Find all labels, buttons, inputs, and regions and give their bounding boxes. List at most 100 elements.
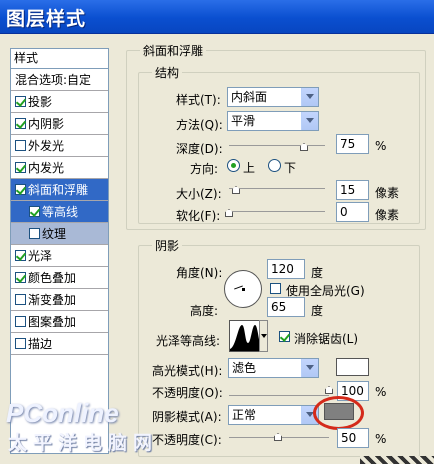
technique-select[interactable]: 平滑: [227, 111, 319, 131]
soften-label: 软化(F):: [176, 209, 221, 223]
contour-checkbox[interactable]: [29, 206, 40, 217]
direction-down-radio[interactable]: [268, 159, 281, 172]
altitude-unit: 度: [311, 304, 324, 318]
drop-shadow-checkbox[interactable]: [15, 96, 26, 107]
gloss-contour-label: 光泽等高线:: [156, 334, 221, 348]
size-slider[interactable]: [229, 188, 325, 189]
shadow-opacity-unit: %: [375, 432, 387, 446]
bevel-emboss-checkbox[interactable]: [15, 184, 26, 195]
shadow-mode-label: 阴影模式(A):: [152, 410, 222, 424]
contour-curve-icon: [230, 325, 260, 351]
watermark-subtitle: 太平洋电脑网: [8, 433, 159, 454]
soften-input[interactable]: 0: [336, 202, 369, 222]
watermark: PConline 太平洋电脑网: [6, 398, 152, 454]
size-label: 大小(Z):: [176, 187, 222, 201]
sidebar-item-label: 投影: [28, 95, 53, 109]
shadow-mode-value: 正常: [232, 408, 257, 422]
style-label: 样式(T):: [176, 93, 221, 107]
sidebar-item-pattern-overlay[interactable]: 图案叠加: [11, 311, 108, 333]
structure-title: 结构: [152, 64, 183, 81]
stroke-checkbox[interactable]: [15, 338, 26, 349]
size-unit: 像素: [375, 186, 400, 200]
pattern-overlay-checkbox[interactable]: [15, 316, 26, 327]
style-value: 内斜面: [231, 90, 268, 104]
highlight-opacity-slider[interactable]: [229, 395, 329, 396]
sidebar-item-satin[interactable]: 光泽: [11, 245, 108, 267]
shading-title: 阴影: [152, 237, 183, 254]
sidebar-item-color-overlay[interactable]: 颜色叠加: [11, 267, 108, 289]
depth-slider[interactable]: [229, 145, 325, 146]
sidebar-item-label: 颜色叠加: [28, 271, 77, 285]
watermark-logo: PConline: [6, 398, 119, 428]
depth-label: 深度(D):: [176, 142, 223, 156]
sidebar-item-label: 混合选项:自定: [15, 73, 92, 87]
sidebar-item-outer-glow[interactable]: 外发光: [11, 135, 108, 157]
direction-up-radio[interactable]: [227, 159, 240, 172]
sidebar-item-label: 纹理: [42, 227, 67, 241]
sidebar-item-blending-options[interactable]: 混合选项:自定: [11, 69, 108, 91]
sidebar-item-label: 图案叠加: [28, 315, 77, 329]
angle-input[interactable]: 120: [267, 259, 305, 279]
inner-glow-checkbox[interactable]: [15, 162, 26, 173]
outer-glow-checkbox[interactable]: [15, 140, 26, 151]
sidebar-item-label: 外发光: [28, 139, 65, 153]
sidebar-item-texture[interactable]: 纹理: [11, 223, 108, 245]
highlight-circle: [313, 396, 364, 430]
highlight-opacity-label: 不透明度(O):: [152, 386, 223, 400]
technique-label: 方法(Q):: [176, 118, 223, 132]
gloss-contour-preview[interactable]: [229, 320, 261, 352]
technique-value: 平滑: [231, 114, 256, 128]
styles-header[interactable]: 样式: [11, 49, 108, 69]
soften-slider[interactable]: [229, 211, 325, 212]
texture-checkbox[interactable]: [29, 228, 40, 239]
sidebar-item-label: 描边: [28, 337, 53, 351]
window-title: 图层样式: [6, 8, 87, 30]
sidebar-item-label: 光泽: [28, 249, 53, 263]
chevron-down-icon: [301, 112, 318, 130]
sidebar-item-stroke[interactable]: 描边: [11, 333, 108, 355]
highlight-opacity-unit: %: [375, 385, 387, 399]
title-bar: 图层样式: [0, 0, 434, 34]
size-input[interactable]: 15: [336, 180, 369, 200]
antialias-checkbox[interactable]: [279, 331, 290, 342]
sidebar-item-contour[interactable]: 等高线: [11, 201, 108, 223]
sidebar-item-gradient-overlay[interactable]: 渐变叠加: [11, 289, 108, 311]
depth-input[interactable]: 75: [336, 134, 369, 154]
angle-dial-icon[interactable]: [224, 270, 262, 308]
highlight-mode-value: 滤色: [232, 361, 257, 375]
sidebar-item-label: 等高线: [42, 205, 79, 219]
sidebar-item-bevel-emboss[interactable]: 斜面和浮雕: [11, 179, 108, 201]
altitude-input[interactable]: 65: [267, 297, 305, 317]
inner-shadow-checkbox[interactable]: [15, 118, 26, 129]
styles-list: 样式 混合选项:自定 投影 内阴影 外发光 内发光 斜面和浮雕 等高线 纹理 光…: [10, 48, 109, 454]
color-overlay-checkbox[interactable]: [15, 272, 26, 283]
global-light-checkbox[interactable]: [270, 283, 281, 294]
bevel-emboss-title: 斜面和浮雕: [140, 42, 207, 59]
shadow-mode-select[interactable]: 正常: [228, 405, 319, 425]
shadow-opacity-input[interactable]: 50: [337, 428, 369, 448]
resize-grip[interactable]: [360, 456, 434, 464]
depth-unit: %: [375, 139, 387, 153]
angle-unit: 度: [311, 266, 324, 280]
direction-label: 方向:: [190, 162, 219, 176]
sidebar-item-label: 渐变叠加: [28, 293, 77, 307]
gradient-overlay-checkbox[interactable]: [15, 294, 26, 305]
chevron-down-icon: [301, 359, 318, 377]
antialias-label: 消除锯齿(L): [294, 332, 359, 346]
sidebar-item-drop-shadow[interactable]: 投影: [11, 91, 108, 113]
gloss-contour-dropdown[interactable]: [259, 320, 268, 352]
direction-up-label: 上: [243, 161, 256, 175]
style-select[interactable]: 内斜面: [227, 87, 319, 107]
shadow-opacity-label: 不透明度(C):: [152, 433, 222, 447]
highlight-mode-label: 高光模式(H):: [152, 364, 223, 378]
angle-label: 角度(N):: [176, 266, 223, 280]
satin-checkbox[interactable]: [15, 250, 26, 261]
highlight-color-swatch[interactable]: [336, 358, 369, 376]
chevron-down-icon: [301, 88, 318, 106]
highlight-mode-select[interactable]: 滤色: [228, 358, 319, 378]
sidebar-item-inner-shadow[interactable]: 内阴影: [11, 113, 108, 135]
sidebar-item-label: 内发光: [28, 161, 65, 175]
altitude-label: 高度:: [190, 304, 219, 318]
sidebar-item-inner-glow[interactable]: 内发光: [11, 157, 108, 179]
direction-down-label: 下: [284, 161, 297, 175]
